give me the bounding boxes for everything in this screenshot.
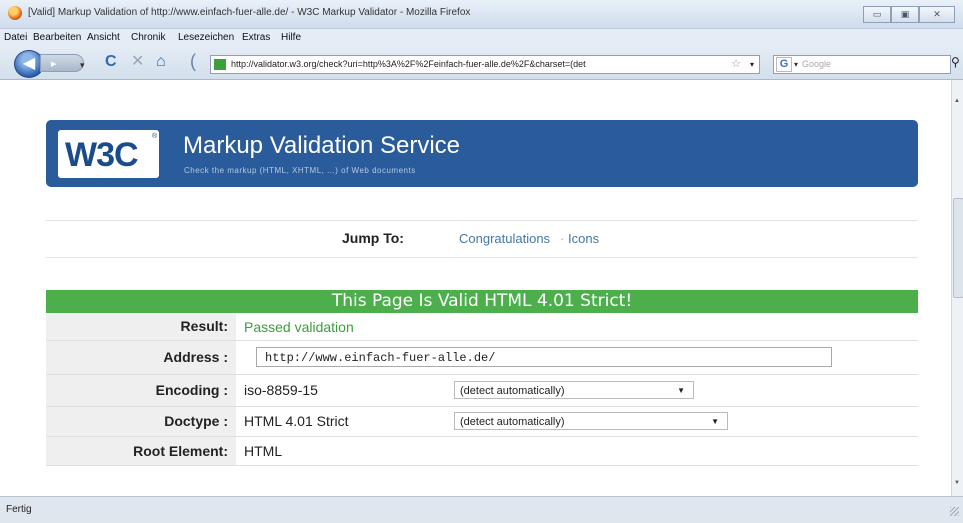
jump-to-label: Jump To: [342, 230, 404, 246]
valid-banner: This Page Is Valid HTML 4.01 Strict! [46, 290, 918, 313]
divider [46, 257, 918, 258]
site-identity-icon[interactable] [214, 59, 226, 71]
result-value: Passed validation [244, 319, 354, 335]
history-dropdown-icon[interactable]: ▾ [80, 57, 85, 73]
result-row: Result: Passed validation [46, 313, 918, 341]
window-titlebar: [Valid] Markup Validation of http://www.… [0, 0, 963, 29]
search-input[interactable]: G ▾ Google [773, 55, 951, 74]
status-bar: Fertig [0, 496, 963, 523]
service-title: Markup Validation Service [183, 132, 461, 159]
scroll-down-icon[interactable]: ▼ [954, 480, 960, 486]
menu-hilfe[interactable]: Hilfe [281, 32, 301, 43]
validator-header: W3C ® Markup Validation Service Check th… [46, 120, 918, 187]
minimize-button[interactable]: ▭ [863, 6, 891, 23]
encoding-label: Encoding : [46, 375, 236, 406]
root-element-label: Root Element: [46, 437, 236, 465]
jump-separator: · [560, 231, 565, 246]
status-text: Fertig [6, 504, 32, 515]
root-element-row: Root Element: HTML [46, 437, 918, 466]
close-button[interactable]: ✕ [919, 6, 955, 23]
window-controls: ▭ ▣ ✕ [863, 6, 955, 23]
resize-grip-icon[interactable] [950, 507, 959, 516]
back-arrow-icon: ◀ [22, 55, 36, 72]
google-engine-icon[interactable]: G [776, 57, 792, 72]
window-title: [Valid] Markup Validation of http://www.… [28, 7, 471, 18]
vertical-scrollbar[interactable]: ▲ ▼ [951, 80, 963, 496]
service-subtitle: Check the markup (HTML, XHTML, ...) of W… [184, 166, 416, 175]
encoding-select-value: (detect automatically) [460, 385, 565, 397]
divider [46, 220, 918, 221]
reload-icon[interactable]: C [105, 54, 117, 70]
scrollbar-thumb[interactable] [953, 198, 963, 298]
doctype-label: Doctype : [46, 407, 236, 436]
encoding-value: iso-8859-15 [244, 382, 318, 398]
menu-bar: Datei Bearbeiten Ansicht Chronik Lesezei… [0, 29, 963, 47]
menu-ansicht[interactable]: Ansicht [87, 32, 120, 43]
w3c-logo-text: W3C [65, 136, 139, 174]
search-engine-dropdown-icon[interactable]: ▾ [794, 60, 798, 69]
scroll-up-icon[interactable]: ▲ [954, 98, 960, 104]
doctype-value: HTML 4.01 Strict [244, 413, 349, 429]
encoding-select[interactable]: (detect automatically) ▼ [454, 381, 694, 399]
url-text: http://validator.w3.org/check?uri=http%3… [231, 59, 586, 69]
forward-arrow-icon: ▸ [51, 58, 57, 70]
navigation-toolbar: ◀ ▸ ▾ C ✕ ⌂ ( http://validator.w3.org/ch… [0, 47, 963, 80]
registered-mark: ® [152, 133, 158, 140]
menu-lesezeichen[interactable]: Lesezeichen [178, 32, 234, 43]
menu-datei[interactable]: Datei [4, 32, 27, 43]
chevron-down-icon: ▼ [711, 417, 719, 426]
jump-link-congratulations[interactable]: Congratulations [459, 231, 550, 246]
search-icon[interactable]: ⚲ [951, 55, 960, 69]
menu-extras[interactable]: Extras [242, 32, 270, 43]
maximize-button[interactable]: ▣ [891, 6, 919, 23]
chevron-down-icon: ▼ [677, 386, 685, 395]
root-element-value: HTML [244, 443, 283, 459]
menu-chronik[interactable]: Chronik [131, 32, 165, 43]
home-icon[interactable]: ⌂ [156, 54, 166, 70]
address-row: Address : http://www.einfach-fuer-alle.d… [46, 341, 918, 375]
bookmark-star-icon[interactable]: ☆ [731, 56, 741, 73]
firefox-icon [8, 6, 22, 20]
address-input[interactable]: http://www.einfach-fuer-alle.de/ [256, 347, 832, 367]
result-label: Result: [46, 313, 236, 340]
doctype-row: Doctype : HTML 4.01 Strict (detect autom… [46, 407, 918, 437]
page-content: W3C ® Markup Validation Service Check th… [0, 80, 951, 496]
jump-link-icons[interactable]: Icons [568, 231, 599, 246]
url-dropdown-icon[interactable]: ▾ [750, 56, 754, 73]
menu-bearbeiten[interactable]: Bearbeiten [33, 32, 81, 43]
address-label: Address : [46, 341, 236, 374]
doctype-select-value: (detect automatically) [460, 416, 565, 428]
doctype-select[interactable]: (detect automatically) ▼ [454, 412, 728, 430]
url-input[interactable]: http://validator.w3.org/check?uri=http%3… [210, 55, 760, 74]
w3c-logo[interactable]: W3C ® [58, 130, 159, 178]
forward-button[interactable]: ▸ [40, 54, 84, 72]
encoding-row: Encoding : iso-8859-15 (detect automatic… [46, 375, 918, 407]
search-placeholder: Google [802, 59, 832, 69]
url-bracket-icon: ( [190, 51, 196, 71]
stop-icon[interactable]: ✕ [131, 54, 144, 70]
